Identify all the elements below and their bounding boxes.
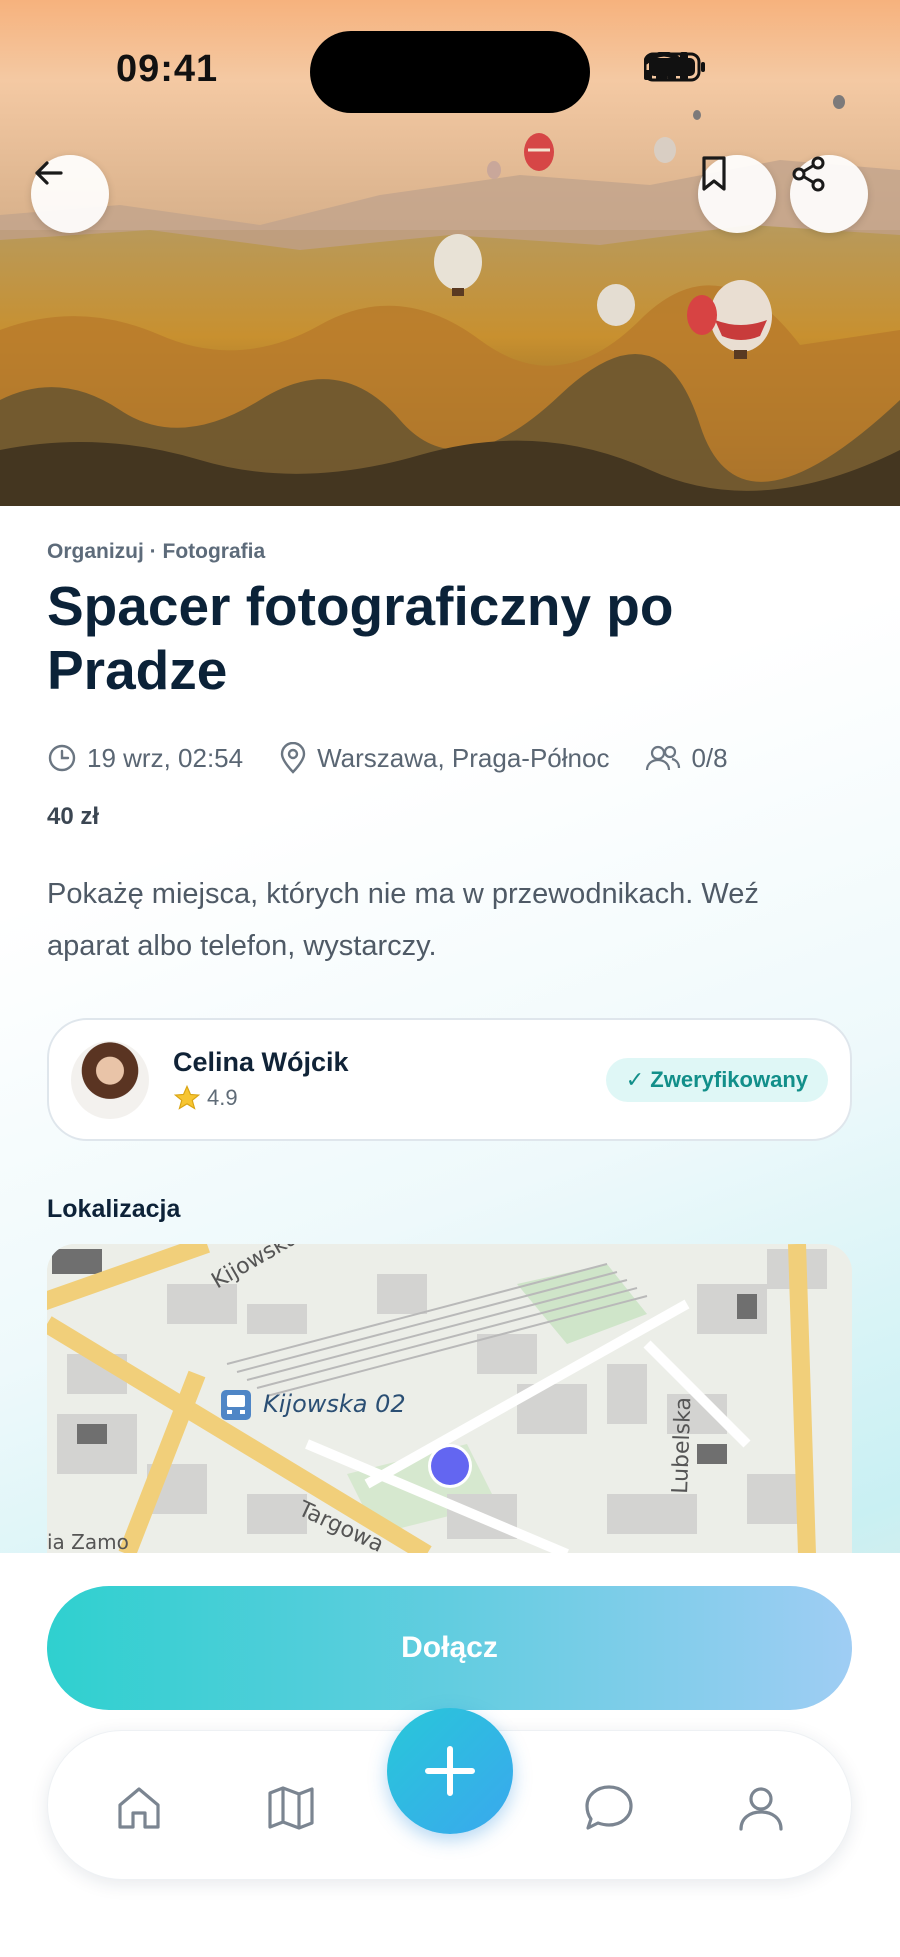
map-street-zamoyskiego: ia Zamo xyxy=(47,1530,129,1554)
home-icon xyxy=(118,1787,160,1829)
event-meta: 19 wrz, 02:54 Warszawa, Praga-Północ 0/8 xyxy=(47,742,764,774)
hero-image: 09:41 xyxy=(0,0,900,506)
event-date: 19 wrz, 02:54 xyxy=(47,743,243,774)
map-street-lubelska: Lubelska xyxy=(668,1397,696,1495)
map-stop-label: Kijowska 02 xyxy=(263,1390,406,1418)
tab-home[interactable] xyxy=(109,1778,169,1838)
host-rating: 4.9 xyxy=(173,1084,349,1112)
event-title: Spacer fotograficzny po Pradze xyxy=(47,575,674,701)
share-button[interactable] xyxy=(790,155,868,233)
star-icon xyxy=(173,1084,201,1110)
event-date-text: 19 wrz, 02:54 xyxy=(87,742,244,773)
status-time: 09:41 xyxy=(116,48,219,90)
event-location-text: Warszawa, Praga-Północ xyxy=(317,742,610,773)
share-icon xyxy=(792,156,825,192)
tab-map[interactable] xyxy=(261,1778,321,1838)
battery-icon xyxy=(644,52,705,82)
map-canvas: Lubelska Kijowska Targowa ia Zamo xyxy=(47,1244,852,1554)
bookmark-icon xyxy=(702,156,726,191)
event-participants-text: 0/8 xyxy=(691,742,728,773)
verified-badge: ✓ Zweryfikowany xyxy=(605,1057,828,1102)
host-card[interactable]: Celina Wójcik 4.9 ✓ Zweryfikowany xyxy=(47,1018,852,1141)
tab-profile[interactable] xyxy=(731,1778,791,1838)
bus-stop-icon xyxy=(221,1390,251,1420)
event-description: Pokażę miejsca, których nie ma w przewod… xyxy=(47,878,759,962)
back-button[interactable] xyxy=(31,155,109,233)
join-button[interactable]: Dołącz xyxy=(47,1586,852,1710)
location-section-label: Lokalizacja xyxy=(47,1195,181,1223)
host-avatar xyxy=(71,1040,149,1119)
host-info: Celina Wójcik 4.9 xyxy=(173,1047,349,1112)
chat-icon xyxy=(585,1785,633,1830)
bookmark-button[interactable] xyxy=(698,155,776,233)
add-button[interactable] xyxy=(387,1708,513,1834)
tab-chat[interactable] xyxy=(579,1778,639,1838)
profile-icon xyxy=(739,1787,783,1831)
event-category: Organizuj · Fotografia xyxy=(47,540,266,563)
people-icon xyxy=(646,745,681,771)
location-pin-icon xyxy=(280,742,306,774)
dynamic-island xyxy=(310,31,590,113)
event-location: Warszawa, Praga-Północ xyxy=(279,742,609,774)
event-participants: 0/8 xyxy=(645,742,728,774)
location-map[interactable]: Lubelska Kijowska Targowa ia Zamo Kijows… xyxy=(47,1244,852,1554)
plus-icon xyxy=(425,1746,475,1796)
map-icon xyxy=(268,1786,314,1830)
location-marker[interactable] xyxy=(431,1447,469,1485)
host-name: Celina Wójcik xyxy=(173,1047,349,1077)
event-price: 40 zł xyxy=(47,803,100,830)
host-rating-value: 4.9 xyxy=(207,1085,238,1110)
arrow-left-icon xyxy=(35,161,63,185)
clock-icon xyxy=(48,744,76,772)
